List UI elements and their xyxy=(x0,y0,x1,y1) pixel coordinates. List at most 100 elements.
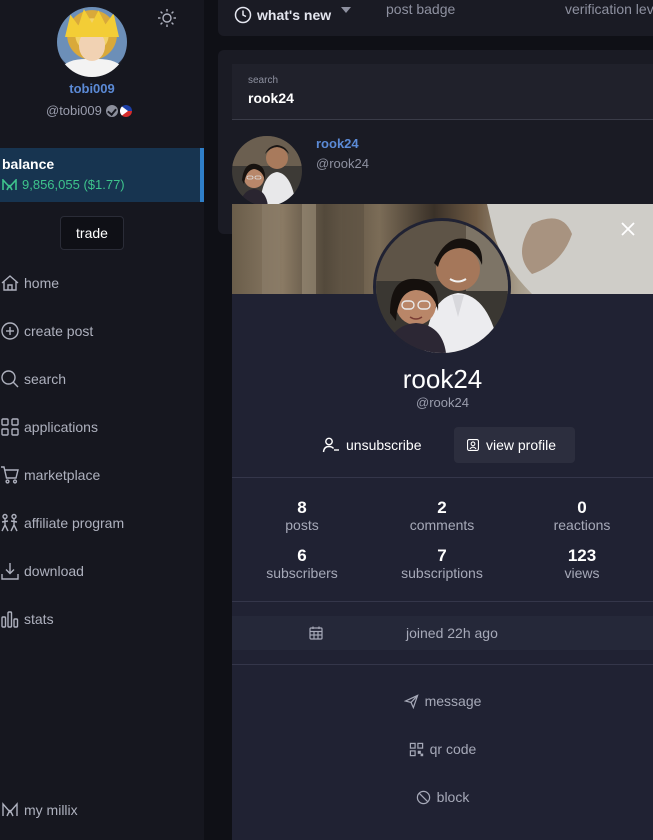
nav-item-home[interactable]: home xyxy=(0,271,59,295)
nav-item-download[interactable]: download xyxy=(0,559,84,583)
block-label: block xyxy=(436,789,470,805)
stat-value: 7 xyxy=(437,546,447,565)
qr-code-icon xyxy=(409,742,423,756)
clock-icon xyxy=(234,6,252,24)
stat-label: reactions xyxy=(553,517,611,533)
result-avatar[interactable] xyxy=(232,136,302,206)
grid-icon xyxy=(1,418,19,436)
stat-value: 6 xyxy=(297,546,307,565)
tab-post-badge[interactable]: post badge xyxy=(386,0,455,24)
unsubscribe-button[interactable]: unsubscribe xyxy=(310,427,434,463)
profile-avatar[interactable] xyxy=(57,7,127,77)
nav-label: create post xyxy=(24,323,94,339)
view-profile-label: view profile xyxy=(486,437,557,453)
tab-whats-new[interactable]: what's new xyxy=(234,0,352,30)
stat-subscribers[interactable]: 6 subscribers xyxy=(232,546,372,582)
popup-username: rook24 xyxy=(402,364,483,394)
popup-avatar[interactable] xyxy=(373,218,511,356)
nav-label: home xyxy=(24,275,60,291)
search-icon xyxy=(1,370,19,388)
nav-item-marketplace[interactable]: marketplace xyxy=(0,463,100,487)
stat-value: 8 xyxy=(297,498,307,517)
qr-code-label: qr code xyxy=(429,741,477,757)
joined-row: joined 22h ago xyxy=(232,616,653,650)
search-input-label: search xyxy=(248,75,279,86)
nav-label: stats xyxy=(24,611,54,627)
bar-chart-icon xyxy=(1,611,19,628)
stat-comments: 2 comments xyxy=(372,498,512,534)
nav-label: applications xyxy=(24,419,98,435)
stat-label: subscribers xyxy=(266,565,338,581)
divider xyxy=(232,664,653,665)
nav-item-create-post[interactable]: create post xyxy=(0,319,93,343)
stat-value: 0 xyxy=(577,498,587,517)
plus-circle-icon xyxy=(1,322,19,340)
message-link[interactable]: message xyxy=(232,693,653,709)
stat-value: 123 xyxy=(567,546,597,565)
stat-label: posts xyxy=(285,517,319,533)
block-icon xyxy=(416,790,430,804)
stat-label: subscriptions xyxy=(401,565,483,581)
send-icon xyxy=(403,693,419,709)
nav-label: search xyxy=(24,371,67,387)
sun-icon[interactable] xyxy=(157,8,177,28)
search-input-value[interactable]: rook24 xyxy=(248,90,294,106)
sidebar: tobi009 @tobi009 balance 9,856,055 ($1.7… xyxy=(0,0,204,840)
trade-button[interactable]: trade xyxy=(60,216,124,250)
tab-verification-level[interactable]: verification lev xyxy=(565,0,653,24)
balance-title: balance xyxy=(2,156,55,172)
profile-handle-row: @tobi009 xyxy=(46,103,132,118)
qr-code-link[interactable]: qr code xyxy=(232,741,653,757)
cart-icon xyxy=(1,466,19,484)
feed-tab-bar: what's new post badge verification lev xyxy=(218,0,653,36)
tab-label: what's new xyxy=(257,7,332,23)
chevron-down-icon[interactable] xyxy=(341,7,352,13)
stat-posts: 8 posts xyxy=(232,498,372,534)
download-icon xyxy=(1,563,19,580)
joined-text: joined 22h ago xyxy=(406,625,498,641)
stat-reactions: 0 reactions xyxy=(512,498,652,534)
stat-label: comments xyxy=(409,517,475,533)
millix-logo-icon xyxy=(2,802,18,817)
philippines-flag-icon xyxy=(119,104,132,117)
profile-handle: @tobi009 xyxy=(46,103,102,118)
nav-label: marketplace xyxy=(24,467,101,483)
stat-views: 123 views xyxy=(512,546,652,582)
nav-label: download xyxy=(24,563,84,579)
search-input[interactable]: search rook24 xyxy=(232,64,653,120)
divider xyxy=(232,477,653,478)
popup-handle: @rook24 xyxy=(416,395,469,410)
millix-logo-icon xyxy=(2,178,17,190)
home-icon xyxy=(1,275,19,291)
profile-popup: rook24 @rook24 unsubscribe view profile … xyxy=(232,204,653,840)
stat-subscriptions[interactable]: 7 subscriptions xyxy=(372,546,512,582)
balance-card[interactable]: balance 9,856,055 ($1.77) xyxy=(0,148,204,202)
couple-photo xyxy=(232,136,302,206)
verified-badge-icon xyxy=(105,104,118,117)
stat-value: 2 xyxy=(437,498,447,517)
result-username[interactable]: rook24 xyxy=(316,136,359,151)
balance-amount-row: 9,856,055 ($1.77) xyxy=(2,177,125,192)
nav-item-search[interactable]: search xyxy=(0,367,66,391)
app-page: tobi009 @tobi009 balance 9,856,055 ($1.7… xyxy=(0,0,653,840)
people-icon xyxy=(1,513,18,532)
calendar-icon xyxy=(309,626,323,640)
stat-label: views xyxy=(564,565,600,581)
close-icon[interactable] xyxy=(621,222,635,236)
result-handle: @rook24 xyxy=(316,156,369,171)
user-minus-icon xyxy=(322,437,339,453)
view-profile-button[interactable]: view profile xyxy=(454,427,575,463)
nav-label: my millix xyxy=(24,802,78,818)
block-link[interactable]: block xyxy=(232,789,653,805)
profile-name[interactable]: tobi009 xyxy=(0,81,184,96)
balance-amount: 9,856,055 ($1.77) xyxy=(22,177,125,192)
unsubscribe-label: unsubscribe xyxy=(346,437,422,453)
couple-photo xyxy=(376,221,508,353)
nav-label: affiliate program xyxy=(24,515,125,531)
divider xyxy=(232,601,653,602)
nav-item-affiliate-program[interactable]: affiliate program xyxy=(0,511,124,535)
message-label: message xyxy=(424,693,482,709)
nav-item-applications[interactable]: applications xyxy=(0,415,98,439)
nav-item-my-millix[interactable]: my millix xyxy=(0,798,78,822)
nav-item-stats[interactable]: stats xyxy=(0,607,54,631)
